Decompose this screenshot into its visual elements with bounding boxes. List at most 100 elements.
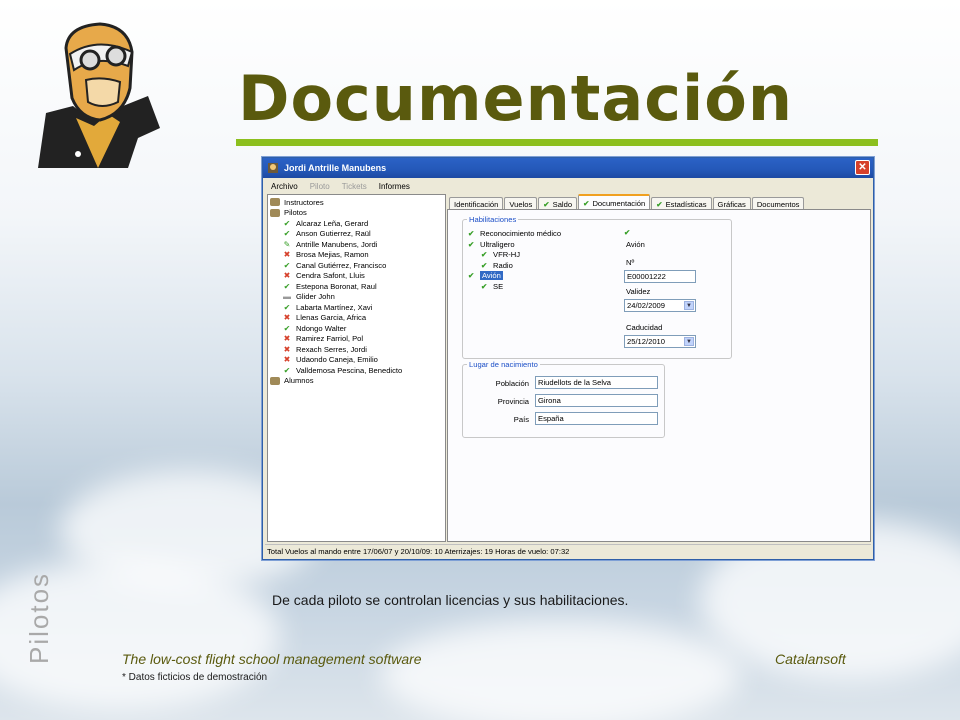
tree-node-alumnos[interactable]: Alumnos — [268, 376, 445, 387]
pilot-tree-item[interactable]: ✖ Ramirez Farriol, Pol — [268, 334, 445, 345]
menu-informes[interactable]: Informes — [379, 182, 410, 191]
menu-bar: Archivo Piloto Tickets Informes — [263, 178, 873, 194]
tab-label: Documentos — [756, 199, 800, 209]
pilot-tree-item[interactable]: ✔ Alcaraz Leña, Gerard — [268, 218, 445, 229]
menu-piloto[interactable]: Piloto — [310, 182, 330, 191]
pilot-name: Alcaraz Leña, Gerard — [296, 218, 369, 228]
caducidad-date-picker[interactable]: 25/12/2010 ▼ — [624, 335, 696, 348]
detail-type-label: Avión — [626, 240, 645, 249]
number-field[interactable]: E00001222 — [624, 270, 696, 283]
hab-item-se[interactable]: ✔ SE — [481, 282, 503, 291]
pilot-tree-item[interactable]: ✔ Anson Gutierrez, Raül — [268, 229, 445, 240]
chevron-down-icon[interactable]: ▼ — [684, 301, 694, 310]
pilot-tree-item[interactable]: ✔ Labarta Martínez, Xavi — [268, 302, 445, 313]
caducidad-label: Caducidad — [626, 323, 663, 332]
check-icon: ✔ — [283, 229, 291, 239]
hab-label: Reconocimiento médico — [480, 229, 562, 238]
tree-node-pilotos[interactable]: Pilotos — [268, 208, 445, 219]
footer-brand: Catalansoft — [775, 651, 846, 667]
tab-label: Vuelos — [509, 199, 533, 209]
dash-icon: ▬ — [283, 292, 291, 302]
tree-label: Instructores — [284, 197, 324, 207]
chevron-down-icon[interactable]: ▼ — [684, 337, 694, 346]
window-title: Jordi Antrille Manubens — [284, 163, 387, 173]
check-icon: ✔ — [283, 323, 291, 333]
section-label: Pilotos — [24, 571, 54, 664]
check-icon: ✔ — [283, 302, 291, 312]
tab-label: Documentación — [592, 198, 646, 208]
tree-node-instructores[interactable]: Instructores — [268, 197, 445, 208]
hab-label: VFR-HJ — [493, 250, 520, 259]
tab-strip: Identificación Vuelos ✔ Saldo ✔ Documentac… — [449, 194, 805, 210]
pilot-name: Antrille Manubens, Jordi — [296, 239, 378, 249]
menu-archivo[interactable]: Archivo — [271, 182, 298, 191]
check-icon: ✔ — [481, 282, 488, 291]
pilot-name: Glider John — [296, 292, 335, 302]
check-icon: ✔ — [468, 240, 475, 249]
tab-label: Identificación — [454, 199, 499, 209]
provincia-field[interactable]: Girona — [535, 394, 658, 407]
detail-check-icon: ✔ — [624, 228, 631, 237]
pilot-tree-item[interactable]: ✔ Estepona Boronat, Raul — [268, 281, 445, 292]
group-icon — [270, 376, 280, 385]
hab-label: SE — [493, 282, 504, 291]
pilot-name: Rexach Serres, Jordi — [296, 344, 367, 354]
check-icon: ✔ — [468, 229, 475, 238]
slide-title: Documentación — [238, 62, 793, 135]
documentacion-panel: Habilitaciones ✔ Reconocimiento médico ✔ U… — [447, 209, 871, 542]
cross-icon: ✖ — [283, 271, 291, 281]
pais-field[interactable]: España — [535, 412, 658, 425]
group-icon — [270, 198, 280, 207]
hab-item-radio[interactable]: ✔ Radio — [481, 261, 513, 270]
pilot-name: Cendra Safont, Lluis — [296, 271, 365, 281]
footer-tagline: The low-cost flight school management so… — [122, 651, 422, 667]
pilot-tree-item[interactable]: ▬ Glider John — [268, 292, 445, 303]
app-window: Jordi Antrille Manubens ✕ Archivo Piloto… — [262, 157, 874, 560]
pilot-tree[interactable]: Instructores Pilotos ✔ Alcaraz Leña, Gera… — [267, 194, 446, 542]
pilot-tree-item[interactable]: ✖ Rexach Serres, Jordi — [268, 344, 445, 355]
pilot-tree-item[interactable]: ✖ Brosa Mejias, Ramon — [268, 250, 445, 261]
pilot-tree-item[interactable]: ✖ Cendra Safont, Lluis — [268, 271, 445, 282]
pilot-tree-item[interactable]: ✔ Ndongo Walter — [268, 323, 445, 334]
menu-tickets[interactable]: Tickets — [342, 182, 367, 191]
tab-label: Estadísticas — [665, 199, 707, 209]
pilot-list: ✔ Alcaraz Leña, Gerard ✔ Anson Gutierrez, R… — [268, 218, 445, 376]
pilot-tree-item[interactable]: ✖ Udaondo Caneja, Emilio — [268, 355, 445, 366]
title-accent-bar — [236, 139, 878, 146]
cross-icon: ✖ — [283, 355, 291, 365]
poblacion-field[interactable]: Riudellots de la Selva — [535, 376, 658, 389]
pilot-name: Llenas Garcia, Africa — [296, 313, 367, 323]
caducidad-value: 25/12/2010 — [627, 337, 666, 346]
validez-value: 24/02/2009 — [627, 301, 666, 310]
cloud-decoration — [380, 620, 740, 720]
pilot-name: Ramirez Farriol, Pol — [296, 334, 364, 344]
pilot-tree-item[interactable]: ✔ Canal Gutiérrez, Francisco — [268, 260, 445, 271]
validez-date-picker[interactable]: 24/02/2009 ▼ — [624, 299, 696, 312]
hab-item-vfr-hj[interactable]: ✔ VFR-HJ — [481, 250, 520, 259]
check-icon: ✔ — [468, 271, 475, 280]
poblacion-label: Población — [495, 379, 529, 388]
pilot-tree-item[interactable]: ✔ Valldemosa Pescina, Benedicto — [268, 365, 445, 376]
hab-item-avion[interactable]: ✔ Avión — [468, 271, 503, 280]
close-button[interactable]: ✕ — [855, 160, 870, 175]
tab-documentacion[interactable]: ✔ Documentación — [578, 194, 651, 210]
validez-label: Validez — [626, 287, 651, 296]
pilot-name: Anson Gutierrez, Raül — [296, 229, 371, 239]
pilot-tree-item[interactable]: ✎ Antrille Manubens, Jordi — [268, 239, 445, 250]
check-icon: ✔ — [583, 198, 590, 208]
check-icon: ✔ — [481, 250, 488, 259]
pilot-name: Labarta Martínez, Xavi — [296, 302, 373, 312]
footnote: * Datos ficticios de demostración — [122, 672, 268, 683]
hab-item-reconocimiento[interactable]: ✔ Reconocimiento médico — [468, 229, 561, 238]
group-legend: Habilitaciones — [469, 215, 517, 224]
tree-label: Pilotos — [284, 208, 307, 218]
hab-item-ultraligero[interactable]: ✔ Ultraligero — [468, 240, 515, 249]
window-titlebar[interactable]: Jordi Antrille Manubens ✕ — [263, 158, 873, 178]
provincia-label: Provincia — [497, 397, 529, 406]
pilot-name: Estepona Boronat, Raul — [296, 281, 377, 291]
number-label: Nº — [626, 258, 635, 267]
cross-icon: ✖ — [283, 313, 291, 323]
pilot-mascot-logo — [38, 22, 160, 168]
pilot-name: Ndongo Walter — [296, 323, 347, 333]
pilot-tree-item[interactable]: ✖ Llenas Garcia, Africa — [268, 313, 445, 324]
